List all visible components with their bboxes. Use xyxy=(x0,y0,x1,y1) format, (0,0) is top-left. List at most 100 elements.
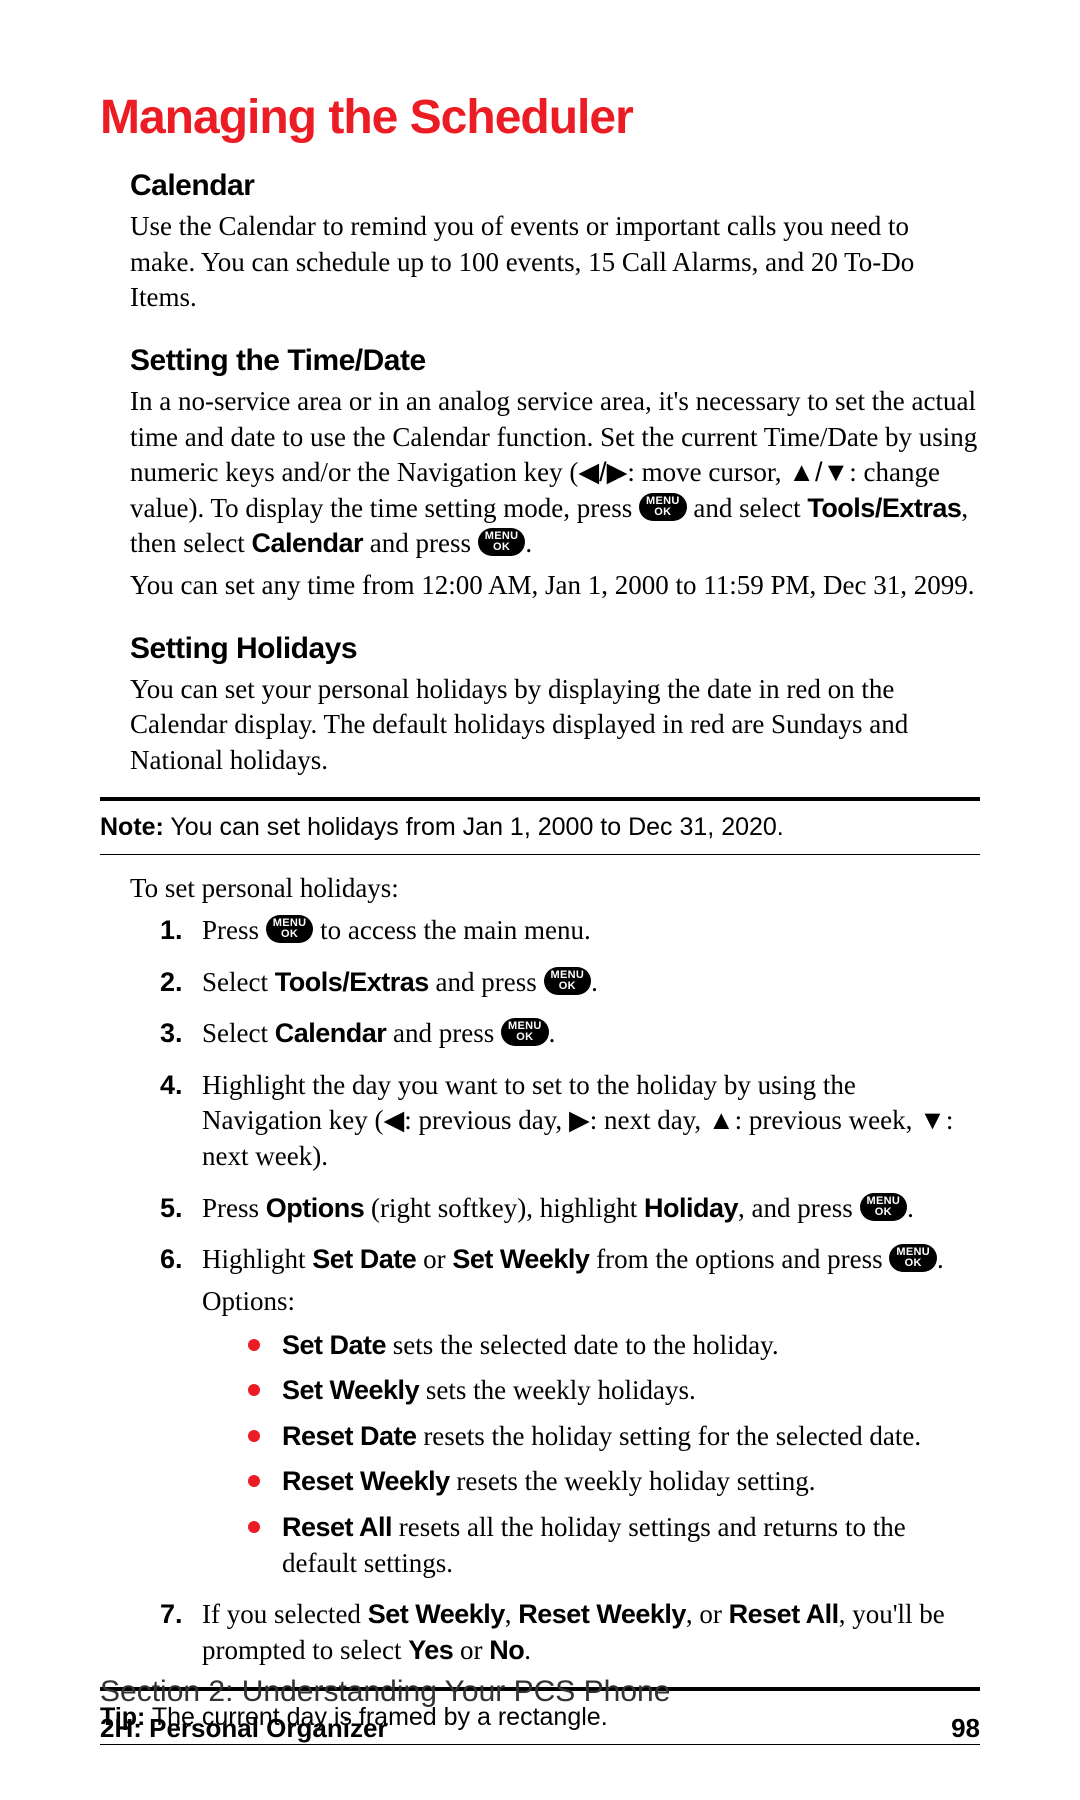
bold-text: Set Weekly xyxy=(368,1599,505,1629)
step-number: 6. xyxy=(160,1242,183,1278)
options-bullets: Set Date sets the selected date to the h… xyxy=(248,1328,980,1582)
arrow-down-icon: ▼ xyxy=(919,1105,946,1135)
list-item: Set Weekly sets the weekly holidays. xyxy=(248,1373,980,1409)
note-text: You can set holidays from Jan 1, 2000 to… xyxy=(164,813,784,841)
text: . xyxy=(549,1018,556,1048)
list-item: Reset All resets all the holiday setting… xyxy=(248,1510,980,1581)
paragraph: To set personal holidays: xyxy=(130,871,980,907)
text: Select xyxy=(202,1018,275,1048)
bold-text: No xyxy=(489,1635,524,1665)
text: . xyxy=(525,528,532,558)
bold-text: Holiday xyxy=(644,1193,738,1223)
bold-text: Reset Weekly xyxy=(282,1466,450,1496)
bold-text: Set Date xyxy=(312,1244,416,1274)
list-item: Reset Weekly resets the weekly holiday s… xyxy=(248,1464,980,1500)
list-item: 3. Select Calendar and press MENUOK. xyxy=(160,1016,980,1052)
text: and press xyxy=(386,1018,501,1048)
content-body: Calendar Use the Calendar to remind you … xyxy=(130,169,980,779)
bold-text: Calendar xyxy=(275,1018,387,1048)
bold-text: Calendar xyxy=(251,528,363,558)
text: Highlight xyxy=(202,1244,312,1274)
text: . xyxy=(937,1244,944,1274)
bold-text: Set Date xyxy=(282,1330,386,1360)
text: , xyxy=(505,1599,519,1629)
menu-ok-key-icon: MENUOK xyxy=(266,915,314,943)
bold-text: Reset Date xyxy=(282,1421,417,1451)
step-number: 5. xyxy=(160,1191,183,1227)
text: , or xyxy=(686,1599,729,1629)
list-item: 1. Press MENUOK to access the main menu. xyxy=(160,913,980,949)
note-callout: Note: You can set holidays from Jan 1, 2… xyxy=(100,797,980,856)
text: sets the selected date to the holiday. xyxy=(386,1330,779,1360)
page-number: 98 xyxy=(951,1713,980,1744)
menu-ok-key-icon: MENUOK xyxy=(889,1244,937,1272)
footer-section-title: Section 2: Understanding Your PCS Phone xyxy=(100,1675,980,1709)
heading-time-date: Setting the Time/Date xyxy=(130,344,980,378)
bold-text: Yes xyxy=(408,1635,453,1665)
menu-ok-key-icon: MENUOK xyxy=(544,967,592,995)
list-item: Reset Date resets the holiday setting fo… xyxy=(248,1419,980,1455)
list-item: 6. Highlight Set Date or Set Weekly from… xyxy=(160,1242,980,1581)
page: Managing the Scheduler Calendar Use the … xyxy=(0,0,1080,1800)
text: or xyxy=(416,1244,452,1274)
options-label: Options: xyxy=(202,1284,980,1320)
bold-text: Reset Weekly xyxy=(518,1599,686,1629)
paragraph: In a no-service area or in an analog ser… xyxy=(130,384,980,562)
menu-ok-key-icon: MENUOK xyxy=(501,1018,549,1046)
text: resets the weekly holiday setting. xyxy=(450,1466,816,1496)
text: sets the weekly holidays. xyxy=(419,1375,696,1405)
text: and select xyxy=(687,493,808,523)
arrow-up-down-icon: ▲/▼ xyxy=(788,457,849,487)
bold-text: Tools/Extras xyxy=(807,493,961,523)
text: to access the main menu. xyxy=(313,915,590,945)
bold-text: Set Weekly xyxy=(452,1244,589,1274)
content-body: To set personal holidays: 1. Press MENUO… xyxy=(130,871,980,1668)
text: . xyxy=(524,1635,531,1665)
paragraph: You can set your personal holidays by di… xyxy=(130,672,980,779)
arrow-left-right-icon: ◀/▶ xyxy=(578,457,627,487)
menu-ok-key-icon: MENUOK xyxy=(860,1193,908,1221)
text: Press xyxy=(202,1193,266,1223)
list-item: 7. If you selected Set Weekly, Reset Wee… xyxy=(160,1597,980,1668)
text: (right softkey), highlight xyxy=(364,1193,644,1223)
arrow-right-icon: ▶ xyxy=(569,1105,590,1135)
text: , and press xyxy=(738,1193,859,1223)
text: : move cursor, xyxy=(627,457,788,487)
text: Select xyxy=(202,967,275,997)
bold-text: Reset All xyxy=(729,1599,839,1629)
arrow-left-icon: ◀ xyxy=(383,1105,404,1135)
bold-text: Reset All xyxy=(282,1512,392,1542)
text: . xyxy=(907,1193,914,1223)
step-number: 3. xyxy=(160,1016,183,1052)
steps-list: 1. Press MENUOK to access the main menu.… xyxy=(160,913,980,1669)
bold-text: Set Weekly xyxy=(282,1375,419,1405)
text: : previous week, xyxy=(735,1105,919,1135)
heading-calendar: Calendar xyxy=(130,169,980,203)
paragraph: You can set any time from 12:00 AM, Jan … xyxy=(130,568,980,604)
menu-ok-key-icon: MENUOK xyxy=(639,493,687,521)
text: and press xyxy=(429,967,544,997)
arrow-up-icon: ▲ xyxy=(708,1105,735,1135)
text: : next day, xyxy=(590,1105,708,1135)
step-number: 1. xyxy=(160,913,183,949)
text: and press xyxy=(363,528,478,558)
step-number: 2. xyxy=(160,965,183,1001)
bold-text: Options xyxy=(266,1193,365,1223)
paragraph: Use the Calendar to remind you of events… xyxy=(130,209,980,316)
footer-subsection: 2H: Personal Organizer xyxy=(100,1713,388,1744)
list-item: 5. Press Options (right softkey), highli… xyxy=(160,1191,980,1227)
bold-text: Tools/Extras xyxy=(275,967,429,997)
menu-ok-key-icon: MENUOK xyxy=(478,528,526,556)
heading-holidays: Setting Holidays xyxy=(130,632,980,666)
text: If you selected xyxy=(202,1599,368,1629)
step-number: 4. xyxy=(160,1068,183,1104)
text: or xyxy=(453,1635,489,1665)
text: : previous day, xyxy=(404,1105,569,1135)
step-number: 7. xyxy=(160,1597,183,1633)
text: Press xyxy=(202,915,266,945)
list-item: Set Date sets the selected date to the h… xyxy=(248,1328,980,1364)
page-footer: Section 2: Understanding Your PCS Phone … xyxy=(100,1675,980,1744)
note-label: Note: xyxy=(100,813,164,841)
text: from the options and press xyxy=(589,1244,889,1274)
page-title: Managing the Scheduler xyxy=(100,90,980,145)
